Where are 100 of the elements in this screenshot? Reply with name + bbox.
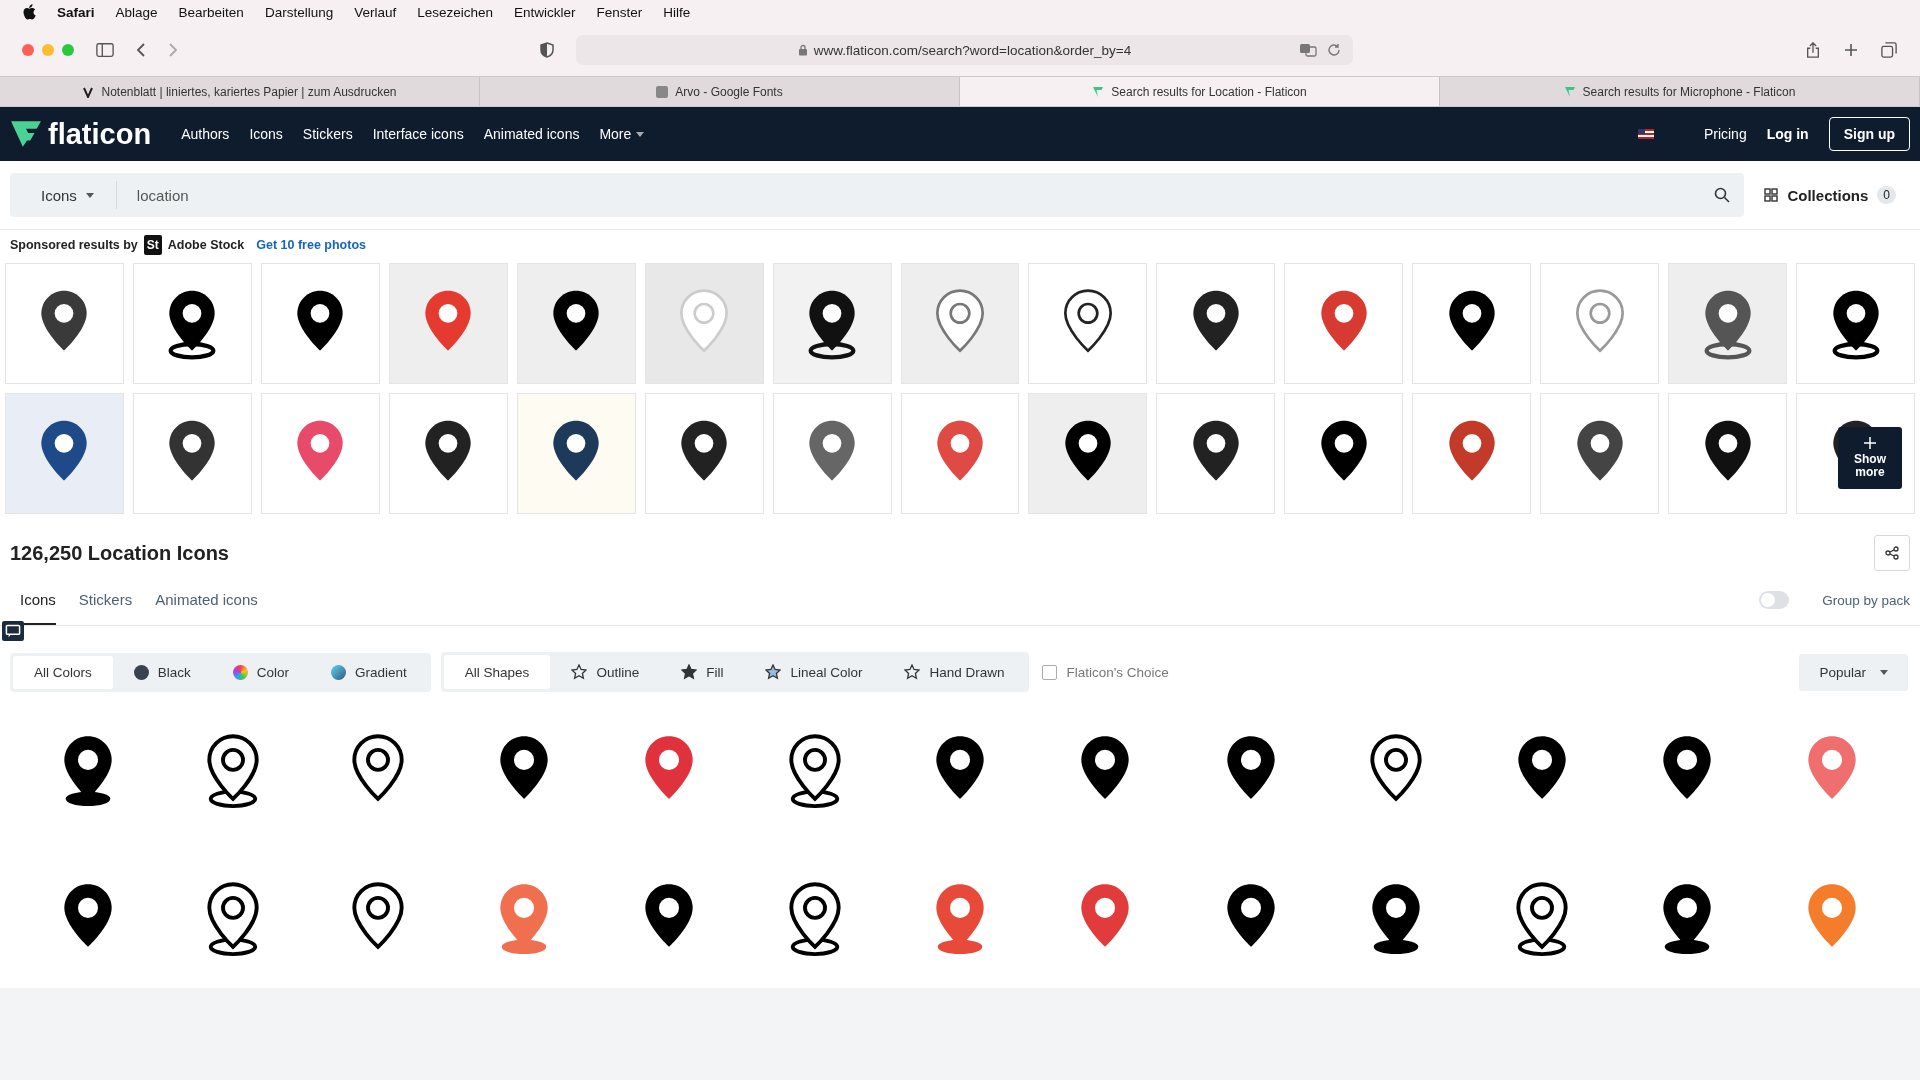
star-icon: [765, 664, 782, 680]
nav-link[interactable]: Interface icons: [372, 126, 464, 142]
shape-filter-chip[interactable]: Fill: [660, 655, 745, 689]
menu-item[interactable]: Verlauf: [354, 4, 397, 20]
stock-image-thumbnail[interactable]: [1412, 393, 1532, 514]
shape-filter-chip[interactable]: Outline: [550, 655, 661, 689]
close-window-icon[interactable]: [22, 44, 34, 56]
stock-image-thumbnail[interactable]: [132, 393, 252, 514]
menu-item[interactable]: Entwickler: [514, 4, 576, 20]
stock-image-thumbnail[interactable]: [260, 263, 380, 384]
search-icon[interactable]: [1714, 187, 1731, 203]
stock-image-thumbnail[interactable]: [1668, 263, 1788, 384]
results-tab[interactable]: Icons: [20, 575, 56, 625]
color-filter-chip[interactable]: Color: [211, 655, 311, 689]
stock-image-thumbnail[interactable]: [1668, 393, 1788, 514]
stock-image-thumbnail[interactable]: [1028, 263, 1148, 384]
stock-image-thumbnail[interactable]: [772, 393, 892, 514]
nav-link[interactable]: Icons: [249, 126, 283, 142]
address-field[interactable]: www.flaticon.com/search?word=location&order_by=4: [576, 35, 1353, 65]
results-tab[interactable]: Animated icons: [155, 575, 258, 625]
stock-image-thumbnail[interactable]: [5, 263, 124, 384]
stock-image-thumbnail[interactable]: [516, 263, 636, 384]
swatch-icon: [331, 664, 347, 680]
menu-item[interactable]: Safari: [57, 4, 95, 20]
shield-icon[interactable]: [540, 42, 554, 58]
stock-image-thumbnail[interactable]: [1028, 393, 1148, 514]
swatch-icon: [232, 664, 248, 680]
grid-icon: [1764, 188, 1779, 202]
shape-filter-chip[interactable]: Hand Drawn: [883, 655, 1026, 689]
tabs-overview-icon[interactable]: [1880, 42, 1898, 58]
stock-image-thumbnail[interactable]: [388, 263, 508, 384]
stock-image-thumbnail[interactable]: [1540, 393, 1660, 514]
nav-link[interactable]: Log in: [1766, 126, 1809, 142]
stock-image-thumbnail[interactable]: [516, 393, 636, 514]
browser-tab[interactable]: Search results for Location - Flaticon: [960, 77, 1440, 106]
feedback-icon[interactable]: [2, 621, 24, 641]
stock-image-thumbnail[interactable]: [388, 393, 508, 514]
share-button[interactable]: [1874, 535, 1910, 571]
search-bar[interactable]: Icons location: [10, 173, 1745, 217]
nav-link[interactable]: Pricing: [1703, 126, 1747, 142]
toggle-label: Group by pack: [1822, 592, 1910, 608]
favicon-icon: [1092, 85, 1105, 98]
stock-image-thumbnail[interactable]: [1156, 393, 1276, 514]
search-type-dropdown[interactable]: Icons: [10, 181, 117, 209]
results-tab[interactable]: Stickers: [78, 575, 133, 625]
nav-link[interactable]: More: [599, 126, 645, 142]
nav-link[interactable]: Stickers: [302, 126, 353, 142]
sort-dropdown[interactable]: Popular: [1799, 653, 1908, 691]
back-icon[interactable]: [136, 42, 146, 58]
shape-filter-chip[interactable]: Lineal Color: [744, 655, 884, 689]
stock-image-thumbnail[interactable]: [132, 263, 252, 384]
stock-image-thumbnail[interactable]: [644, 263, 764, 384]
search-field[interactable]: location: [116, 186, 1715, 204]
browser-tab[interactable]: Notenblatt | liniertes, kariertes Papier | zum Ausdrucken: [0, 77, 480, 106]
nav-link[interactable]: Authors: [181, 126, 230, 142]
stock-image-thumbnail[interactable]: [1796, 263, 1915, 384]
brand-name: Adobe Stock: [167, 238, 245, 252]
menu-item[interactable]: Bearbeiten: [178, 4, 244, 20]
sidebar-icon[interactable]: [96, 42, 114, 58]
caret-icon: [636, 131, 645, 137]
stock-image-thumbnail[interactable]: [5, 393, 124, 514]
share-icon[interactable]: [1804, 42, 1822, 58]
menu-item[interactable]: Darstellung: [264, 4, 334, 20]
collections-button[interactable]: Collections 0: [1764, 186, 1896, 204]
apple-icon[interactable]: [22, 4, 36, 20]
lock-icon: [797, 44, 808, 56]
star-icon: [904, 664, 921, 680]
translate-icon[interactable]: [1299, 43, 1317, 57]
nav-link[interactable]: Animated icons: [483, 126, 580, 142]
stock-image-thumbnail[interactable]: Show more: [1796, 393, 1915, 514]
menu-item[interactable]: Hilfe: [663, 4, 691, 20]
menu-item[interactable]: Fenster: [596, 4, 643, 20]
color-filter-chip[interactable]: All Colors: [13, 655, 113, 689]
site-logo[interactable]: flaticon: [10, 117, 152, 151]
stock-image-thumbnail[interactable]: [1156, 263, 1276, 384]
show-more-button[interactable]: Show more: [1838, 427, 1902, 489]
checkbox-label: Flaticon's Choice: [1066, 664, 1169, 680]
stock-image-thumbnail[interactable]: [260, 393, 380, 514]
shape-filter-chip[interactable]: All Shapes: [443, 655, 551, 689]
plus-icon: [1864, 436, 1876, 449]
menu-item[interactable]: Lesezeichen: [417, 4, 494, 20]
group-by-pack-toggle[interactable]: [1759, 591, 1790, 609]
stock-image-thumbnail[interactable]: [900, 263, 1020, 384]
browser-tab[interactable]: Search results for Microphone - Flaticon: [1440, 77, 1920, 106]
sign-up-button[interactable]: Sign up: [1828, 117, 1910, 151]
free-photos-link[interactable]: Get 10 free photos: [256, 238, 366, 252]
stock-image-thumbnail[interactable]: [900, 393, 1020, 514]
stock-image-thumbnail[interactable]: [772, 263, 892, 384]
menu-item[interactable]: Ablage: [115, 4, 158, 20]
color-filter-chip[interactable]: Black: [112, 655, 212, 689]
stock-image-thumbnail[interactable]: [644, 393, 764, 514]
stock-image-thumbnail[interactable]: [1284, 263, 1404, 384]
stock-image-thumbnail[interactable]: [1540, 263, 1660, 384]
plus-icon[interactable]: [1842, 42, 1860, 58]
flag-icon[interactable]: [1637, 129, 1654, 139]
reload-icon[interactable]: [1325, 43, 1343, 57]
color-filter-chip[interactable]: Gradient: [310, 655, 428, 689]
checkbox[interactable]: [1041, 664, 1057, 680]
stock-image-thumbnail[interactable]: [1284, 393, 1404, 514]
stock-image-thumbnail[interactable]: [1412, 263, 1532, 384]
